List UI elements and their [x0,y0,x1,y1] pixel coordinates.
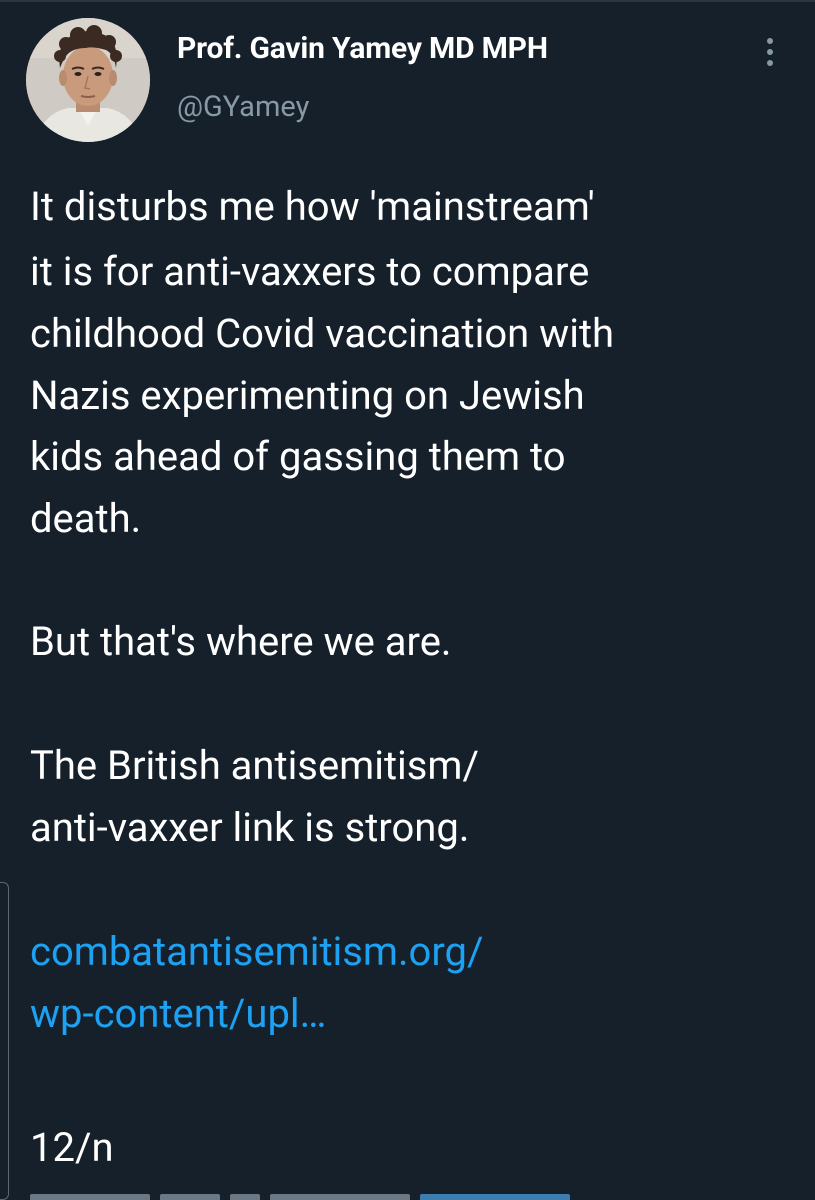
thread-marker: 12/n [30,1124,114,1171]
more-vertical-icon [767,38,773,44]
tweet-text-line: it is for anti-vaxxers to compare [30,248,590,295]
tweet-link-line[interactable]: combatantisemitism.org/ [30,932,484,972]
tweet-text-line: The British antisemitism/ [30,742,480,789]
tweet-text-line: anti-vaxxer link is strong. [30,804,470,851]
more-options-button[interactable] [752,30,788,74]
tweet-link-line[interactable]: wp-content/upl… [30,994,326,1034]
scroll-indicator[interactable] [0,882,9,1200]
avatar[interactable] [26,18,150,142]
author-display-name[interactable]: Prof. Gavin Yamey MD MPH [177,31,548,66]
cropped-metadata-line [30,1194,570,1200]
avatar-photo [26,18,150,142]
more-vertical-icon [767,60,773,66]
tweet-text-line: kids ahead of gassing them to [30,433,566,480]
tweet-text-line: death. [30,495,142,542]
author-handle[interactable]: @GYamey [177,90,309,124]
tweet-text-line: Nazis experimenting on Jewish [30,372,585,419]
tweet: Prof. Gavin Yamey MD MPH @GYamey It dist… [0,0,815,1200]
more-vertical-icon [767,49,773,55]
tweet-link[interactable]: combatantisemitism.org/ wp-content/upl… [0,928,815,1038]
tweet-text-line: It disturbs me how 'mainstream' [30,183,595,230]
tweet-text-line: childhood Covid vaccination with [30,310,615,357]
tweet-text-line: But that's where we are. [30,618,452,665]
